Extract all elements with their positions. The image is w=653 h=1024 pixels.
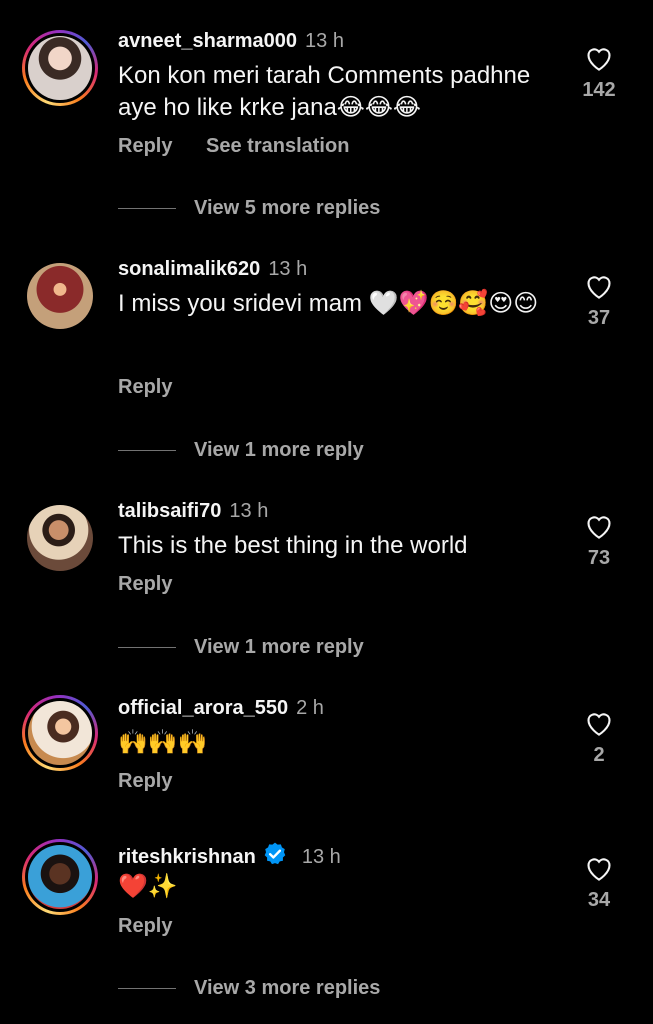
comment-actions: Reply (118, 770, 200, 793)
view-more-label: View 1 more reply (194, 636, 364, 658)
avatar[interactable] (22, 500, 98, 576)
view-more-replies[interactable]: View 5 more replies (118, 197, 380, 220)
username[interactable]: talibsaifi70 (118, 500, 221, 522)
timestamp: 2 h (296, 697, 324, 719)
comment-actions: Reply (118, 376, 200, 399)
like-button[interactable]: 34 (573, 855, 625, 912)
comment-text: I miss you sridevi mam 🤍💖☺️🥰😍😊 (118, 290, 539, 317)
reply-button[interactable]: Reply (118, 135, 172, 157)
username[interactable]: avneet_sharma000 (118, 30, 297, 52)
comment-text: 🙌🙌🙌 (118, 729, 208, 756)
reply-button[interactable]: Reply (118, 770, 172, 792)
view-more-label: View 3 more replies (194, 977, 381, 999)
divider-line (118, 450, 176, 451)
comment-header: official_arora_550 2 h (118, 697, 324, 720)
comment-header: riteshkrishnan 13 h (118, 841, 341, 869)
username[interactable]: official_arora_550 (118, 697, 288, 719)
like-count: 37 (587, 307, 611, 329)
like-button[interactable]: 2 (573, 710, 625, 767)
username[interactable]: riteshkrishnan (118, 846, 256, 868)
like-count: 142 (582, 79, 616, 101)
comment-text: Kon kon meri tarah Comments padhne aye h… (118, 62, 531, 121)
like-button[interactable]: 37 (573, 273, 625, 330)
username[interactable]: sonalimalik620 (118, 258, 260, 280)
see-translation-button[interactable]: See translation (206, 135, 349, 157)
heart-outline-icon (587, 713, 611, 736)
heart-outline-icon (587, 48, 611, 71)
comment-header: avneet_sharma000 13 h (118, 30, 344, 53)
like-button[interactable]: 142 (573, 45, 625, 102)
timestamp: 13 h (301, 846, 341, 868)
reply-button[interactable]: Reply (118, 376, 172, 398)
heart-outline-icon (587, 516, 611, 539)
comment-actions: Reply (118, 915, 200, 938)
like-count: 2 (593, 744, 605, 766)
heart-outline-icon (587, 858, 611, 881)
comment-actions: Reply See translation (118, 135, 377, 158)
view-more-label: View 5 more replies (194, 197, 381, 219)
avatar-photo (27, 263, 93, 329)
view-more-replies[interactable]: View 3 more replies (118, 977, 380, 1000)
avatar[interactable] (22, 30, 98, 106)
divider-line (118, 647, 176, 648)
heart-outline-icon (587, 276, 611, 299)
reply-button[interactable]: Reply (118, 915, 172, 937)
view-more-replies[interactable]: View 1 more reply (118, 636, 364, 659)
avatar[interactable] (22, 695, 98, 771)
divider-line (118, 988, 176, 989)
like-count: 73 (587, 547, 611, 569)
timestamp: 13 h (268, 258, 308, 280)
timestamp: 13 h (229, 500, 269, 522)
like-button[interactable]: 73 (573, 513, 625, 570)
comment-text: ❤️✨ (118, 873, 178, 900)
avatar-photo (28, 701, 92, 765)
comment-header: talibsaifi70 13 h (118, 500, 268, 523)
avatar-photo (28, 36, 92, 100)
avatar[interactable] (22, 258, 98, 334)
verified-badge-icon (264, 842, 286, 865)
comment-text: This is the best thing in the world (118, 532, 468, 559)
comment-header: sonalimalik620 13 h (118, 258, 307, 281)
view-more-replies[interactable]: View 1 more reply (118, 439, 364, 462)
avatar[interactable] (22, 839, 98, 915)
timestamp: 13 h (305, 30, 344, 52)
comment-actions: Reply (118, 573, 200, 596)
view-more-label: View 1 more reply (194, 439, 364, 461)
divider-line (118, 208, 176, 209)
reply-button[interactable]: Reply (118, 573, 172, 595)
avatar-photo (27, 505, 93, 571)
avatar-photo (28, 845, 92, 909)
like-count: 34 (587, 889, 611, 911)
